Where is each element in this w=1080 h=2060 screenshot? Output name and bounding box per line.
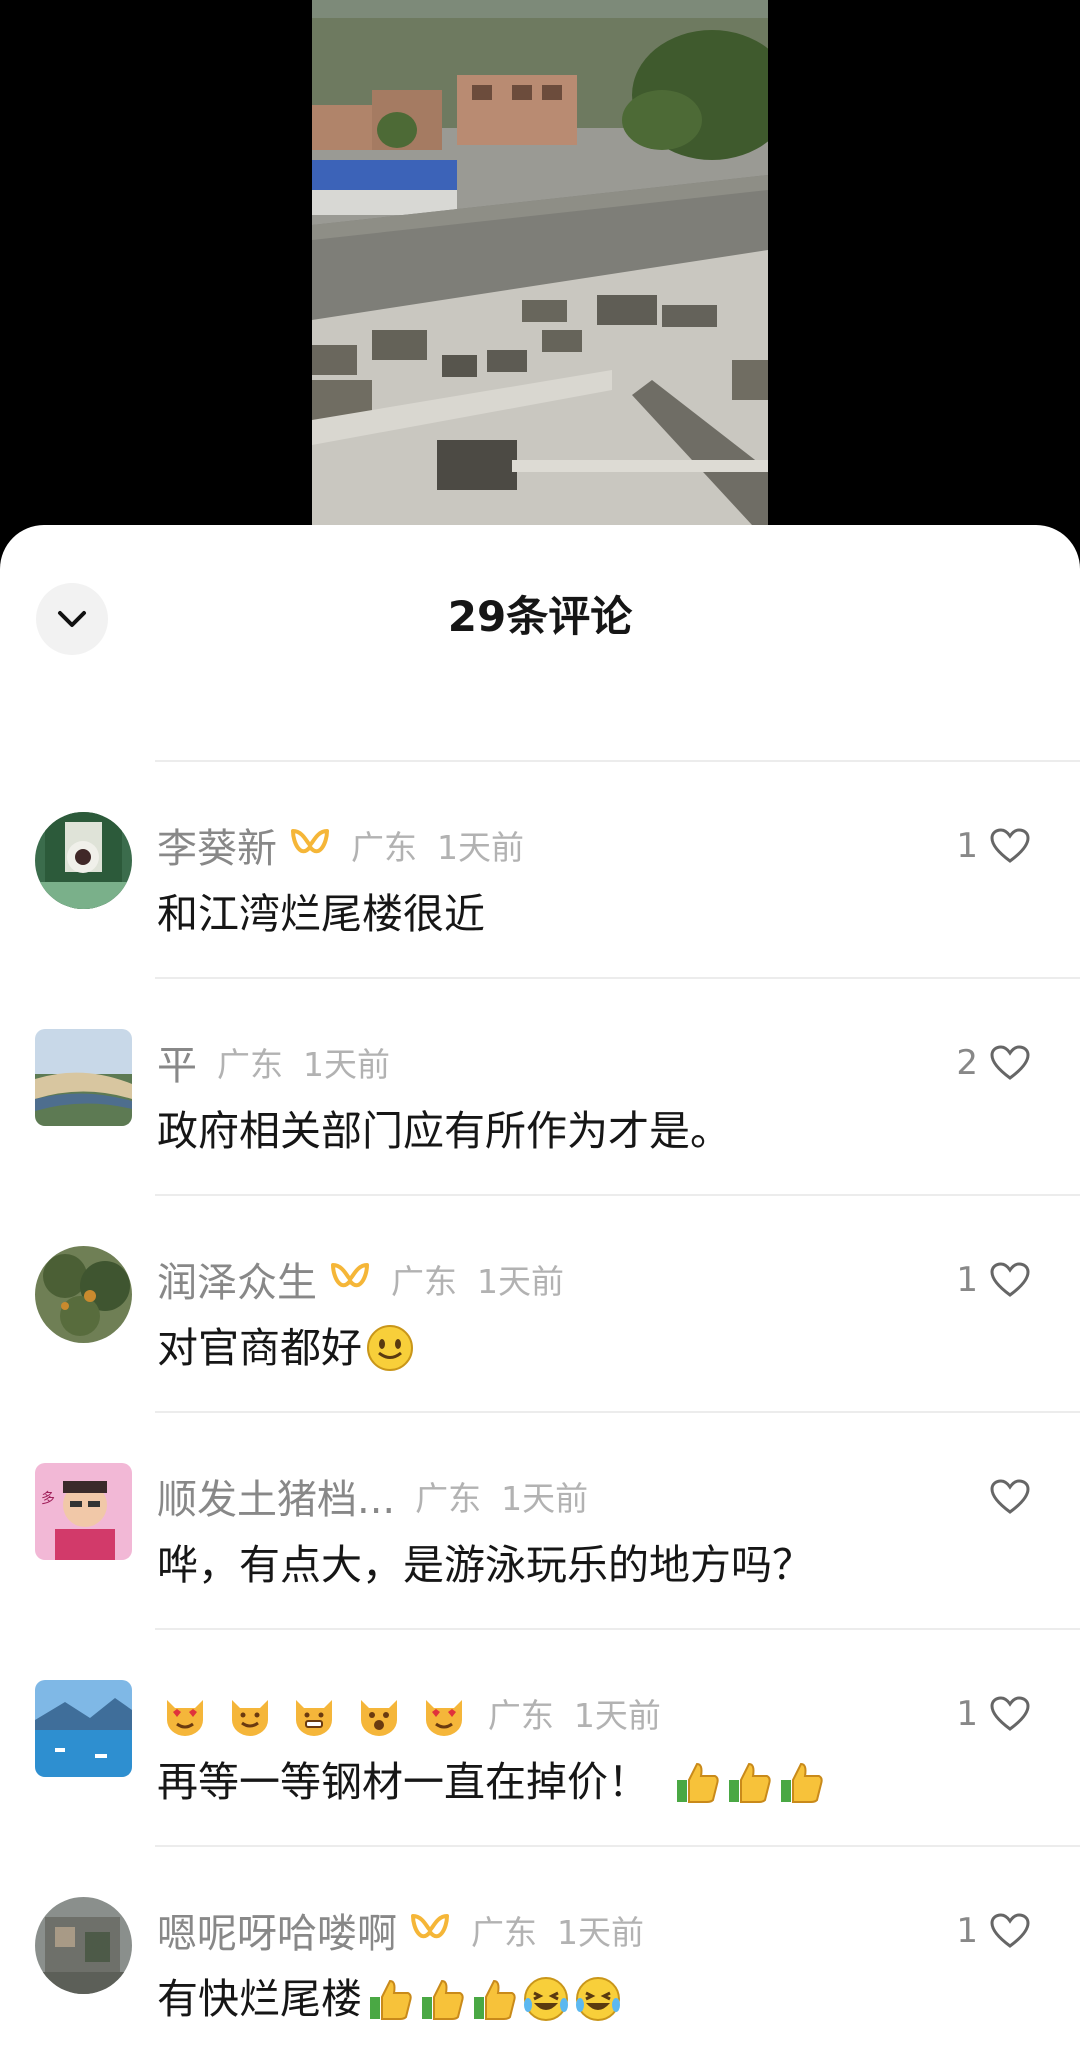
comment-meta: 广东 1天前	[157, 1685, 661, 1741]
comment-text: 有快烂尾楼	[157, 1969, 622, 2029]
comment-time: 1天前	[501, 1479, 589, 1518]
comment-region: 广东	[217, 1045, 283, 1084]
comment-time: 1天前	[303, 1045, 390, 1084]
fan-badge-icon	[409, 1912, 451, 1948]
avatar[interactable]	[35, 1680, 132, 1777]
like-count: 1	[956, 1260, 978, 1300]
comment-region: 广东	[471, 1913, 537, 1952]
like-count: 1	[956, 1911, 978, 1951]
like-button[interactable]: 1	[956, 1907, 1030, 1955]
username[interactable]: 李葵新	[157, 816, 277, 874]
weary-cat-emoji-icon	[355, 1690, 403, 1738]
comment-meta: 平 广东 1天前	[157, 1034, 390, 1090]
like-count: 1	[956, 826, 978, 866]
comment-time: 1天前	[437, 828, 524, 867]
comment-text: 政府相关部门应有所作为才是。	[157, 1107, 731, 1155]
like-button[interactable]	[978, 1473, 1030, 1521]
comment-text: 对官商都好	[157, 1318, 414, 1378]
username[interactable]: 嗯呢呀哈喽啊	[157, 1901, 397, 1959]
comment-region: 广东	[415, 1479, 482, 1518]
like-count: 1	[956, 1694, 978, 1734]
heart-icon	[990, 1262, 1030, 1297]
comment-item[interactable]: 李葵新 广东 1天前 和江湾烂尾楼很近 1	[0, 762, 1080, 979]
heart-eyes-cat-emoji-icon	[161, 1690, 209, 1738]
comment-item[interactable]: 润泽众生 广东 1天前 对官商都好 1	[0, 1196, 1080, 1413]
comment-time: 1天前	[477, 1262, 564, 1301]
video-area[interactable]	[0, 0, 1080, 560]
heart-eyes-cat-emoji-icon	[420, 1690, 468, 1738]
thumbs-up-emoji-icon	[418, 1975, 466, 2023]
comments-sheet: 29条评论 李葵新 广东 1天前 和江湾烂尾楼很近 1 平 广东 1天前 政府相…	[0, 525, 1080, 2060]
username[interactable]: 润泽众生	[157, 1250, 317, 1308]
grin-cat-emoji-icon	[290, 1690, 338, 1738]
comment-item[interactable]: 广东 1天前 再等一等钢材一直在掉价！ 1	[0, 1630, 1080, 1847]
thumbs-up-emoji-icon	[725, 1758, 773, 1806]
smile-cat-emoji-icon	[226, 1690, 274, 1738]
username[interactable]	[157, 1689, 468, 1738]
smile-emoji-icon	[366, 1324, 414, 1372]
comment-meta: 润泽众生 广东 1天前	[157, 1251, 564, 1307]
laughing-crying-emoji-icon	[574, 1975, 622, 2023]
username[interactable]: 顺发土猪档...	[157, 1467, 395, 1525]
heart-icon	[990, 1045, 1030, 1080]
like-button[interactable]: 1	[956, 1690, 1030, 1738]
comment-time: 1天前	[573, 1696, 661, 1735]
avatar[interactable]	[35, 1029, 132, 1126]
comment-item[interactable]: 多 顺发土猪档... 广东 1天前 哗，有点大，是游泳玩乐的地方吗？	[0, 1413, 1080, 1630]
laughing-crying-emoji-icon	[522, 1975, 570, 2023]
comment-region: 广东	[391, 1262, 457, 1301]
like-count: 2	[956, 1043, 978, 1083]
heart-icon	[990, 1913, 1030, 1948]
avatar[interactable]	[35, 1897, 132, 1994]
avatar[interactable]: 多	[35, 1463, 132, 1560]
heart-icon	[990, 1696, 1030, 1731]
thumbs-up-emoji-icon	[366, 1975, 414, 2023]
thumbs-up-emoji-icon	[673, 1758, 721, 1806]
comment-meta: 李葵新 广东 1天前	[157, 817, 524, 873]
like-button[interactable]: 1	[956, 1256, 1030, 1304]
video-frame[interactable]	[312, 0, 768, 525]
avatar[interactable]	[35, 1246, 132, 1343]
fan-badge-icon	[329, 1261, 371, 1297]
comments-count-title: 29条评论	[447, 592, 633, 641]
comment-region: 广东	[487, 1696, 554, 1735]
comment-region: 广东	[351, 828, 417, 867]
thumbs-up-emoji-icon	[470, 1975, 518, 2023]
like-button[interactable]: 2	[956, 1039, 1030, 1087]
comment-meta: 顺发土猪档... 广东 1天前	[157, 1468, 588, 1524]
username[interactable]: 平	[157, 1033, 197, 1091]
like-button[interactable]: 1	[956, 822, 1030, 870]
comment-text: 再等一等钢材一直在掉价！	[157, 1752, 825, 1812]
heart-icon	[990, 1479, 1030, 1514]
fan-badge-icon	[289, 827, 331, 863]
comment-item[interactable]: 嗯呢呀哈喽啊 广东 1天前 有快烂尾楼 1	[0, 1847, 1080, 2060]
comment-item[interactable]: 平 广东 1天前 政府相关部门应有所作为才是。 2	[0, 979, 1080, 1196]
comment-time: 1天前	[557, 1913, 644, 1952]
comment-meta: 嗯呢呀哈喽啊 广东 1天前	[157, 1902, 644, 1958]
thumbs-up-emoji-icon	[777, 1758, 825, 1806]
comment-text: 哗，有点大，是游泳玩乐的地方吗？	[157, 1541, 813, 1589]
svg-text:多: 多	[41, 1490, 55, 1507]
heart-icon	[990, 828, 1030, 863]
avatar[interactable]	[35, 812, 132, 909]
comment-text: 和江湾烂尾楼很近	[157, 890, 485, 938]
